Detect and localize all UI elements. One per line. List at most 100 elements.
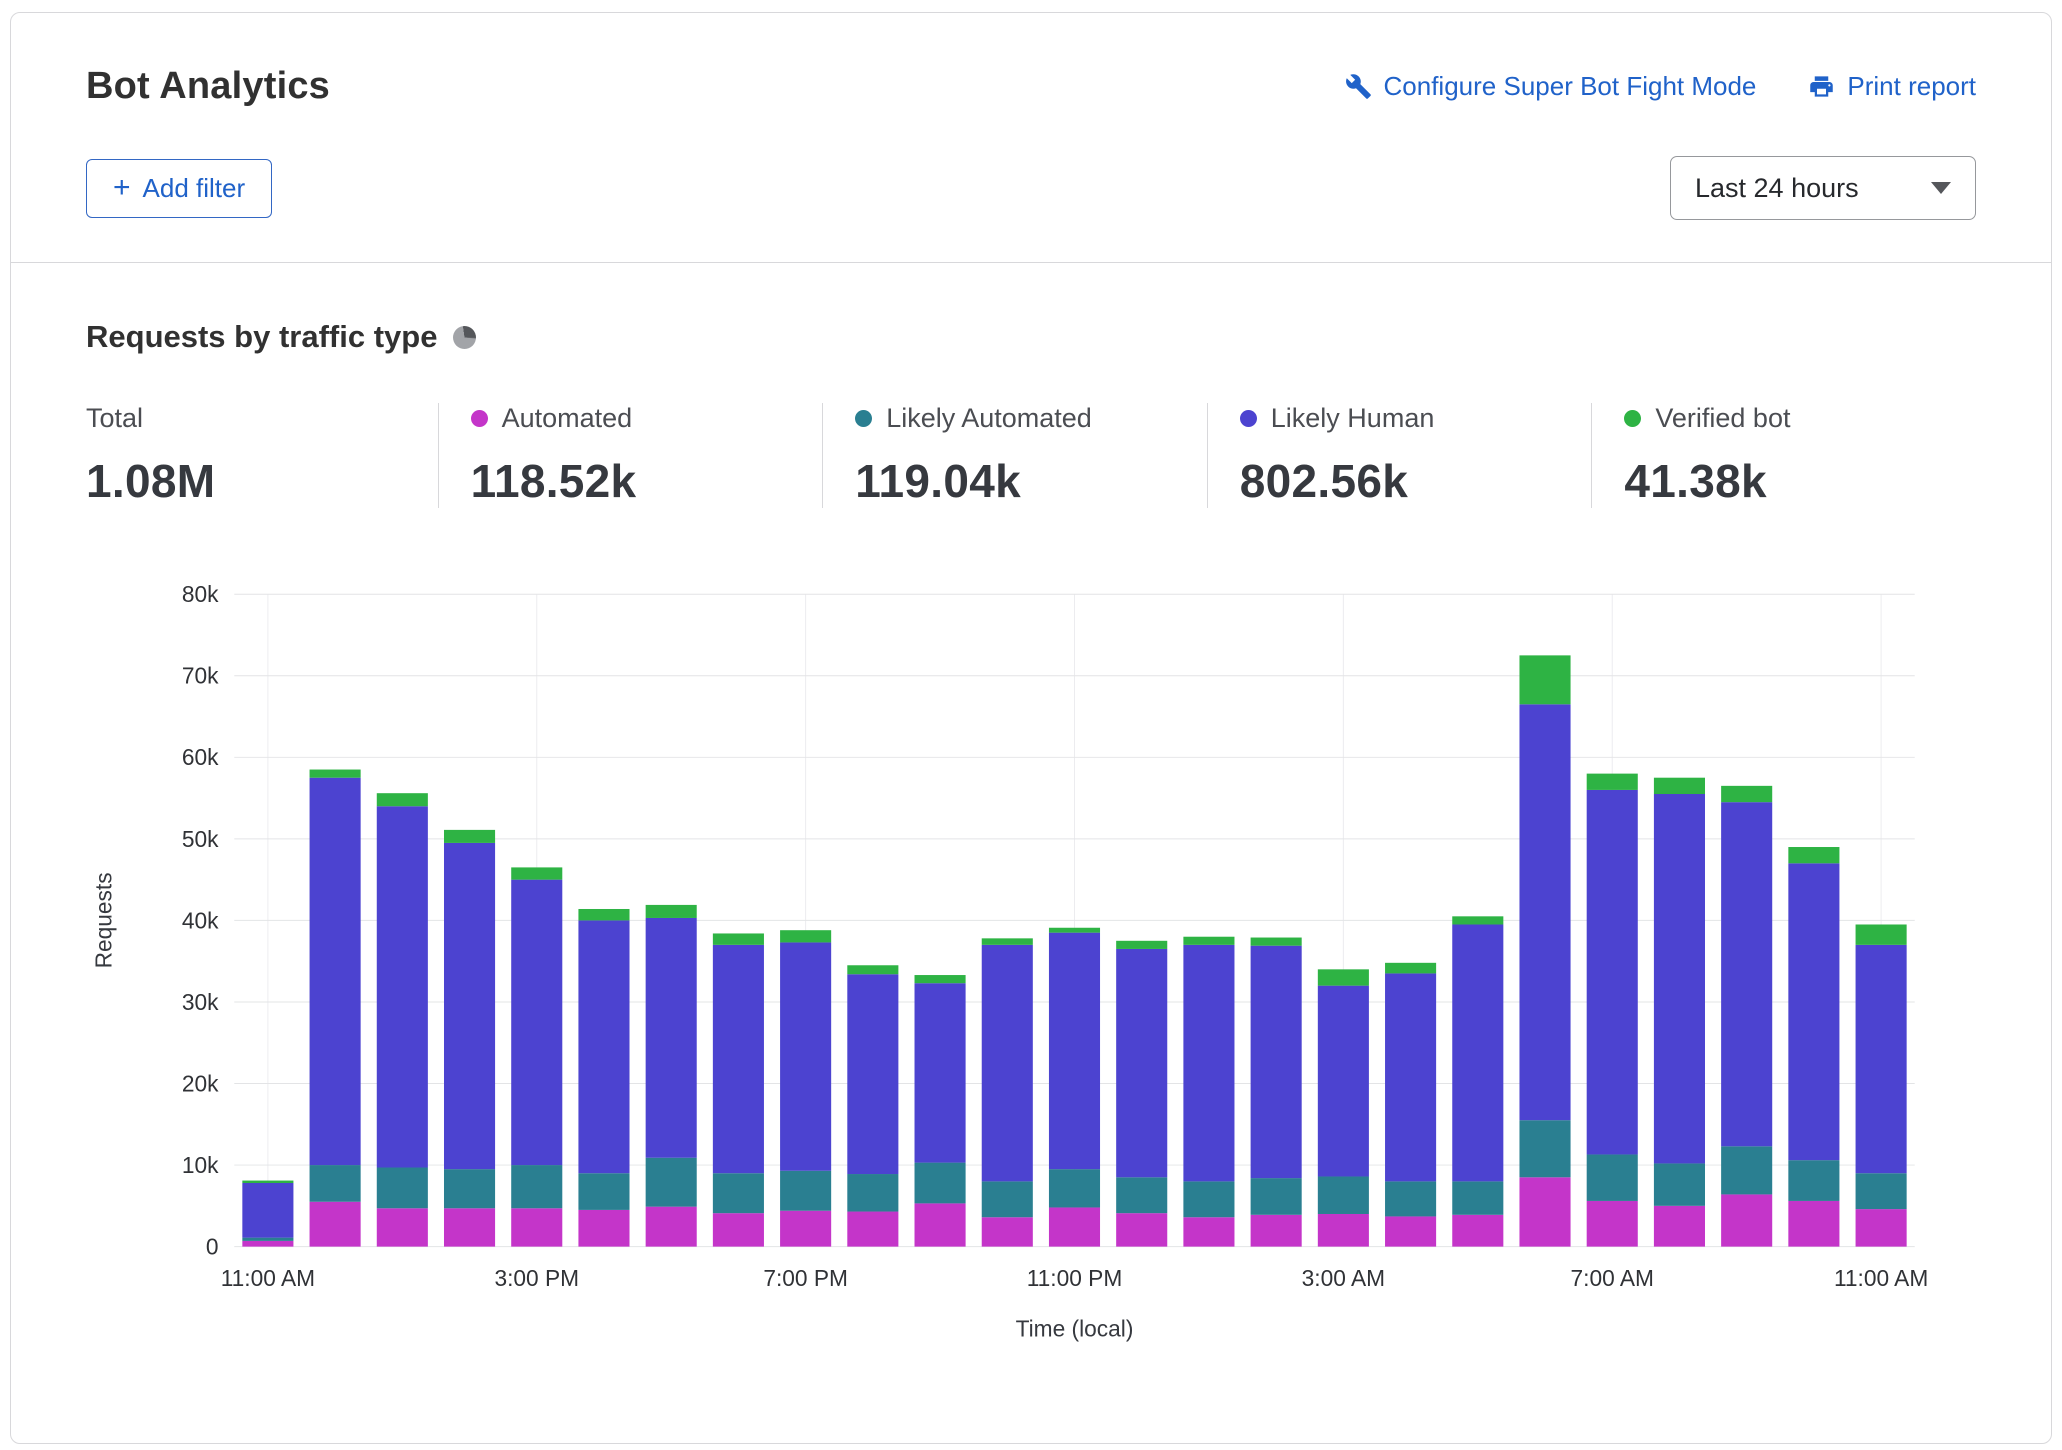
bar-segment: [780, 942, 831, 1170]
bar-segment: [1587, 1201, 1638, 1247]
bar-segment: [847, 1174, 898, 1212]
bar-segment: [1721, 1194, 1772, 1246]
bar-segment: [1116, 941, 1167, 949]
bar-segment: [982, 1217, 1033, 1246]
stats-row: Total 1.08M Automated 118.52k Likely Aut…: [86, 403, 1976, 508]
bar-segment: [377, 806, 428, 1167]
add-filter-label: Add filter: [143, 173, 246, 204]
legend-dot-likely-automated: [855, 410, 872, 427]
bar-segment: [444, 1208, 495, 1246]
stat-label: Automated: [502, 403, 633, 434]
bar-segment: [982, 938, 1033, 945]
bar-segment: [1318, 986, 1369, 1177]
svg-text:10k: 10k: [182, 1152, 219, 1178]
svg-text:30k: 30k: [182, 989, 219, 1015]
stat-label: Total: [86, 403, 143, 434]
svg-text:20k: 20k: [182, 1070, 219, 1096]
bar-segment: [1251, 1178, 1302, 1215]
print-report-link[interactable]: Print report: [1808, 71, 1976, 102]
bar-segment: [1385, 963, 1436, 974]
stacked-bar-chart: 010k20k30k40k50k60k70k80k11:00 AM3:00 PM…: [86, 548, 1976, 1363]
bar-segment: [1587, 774, 1638, 790]
bar-segment: [646, 1158, 697, 1207]
traffic-chart: 010k20k30k40k50k60k70k80k11:00 AM3:00 PM…: [86, 548, 1976, 1363]
bar-segment: [646, 905, 697, 918]
bar-segment: [1721, 802, 1772, 1146]
bar-segment: [1788, 1160, 1839, 1201]
bar-segment: [1654, 1206, 1705, 1247]
bar-segment: [1049, 1207, 1100, 1246]
stat-total: Total 1.08M: [86, 403, 438, 508]
stat-verified-bot: Verified bot 41.38k: [1591, 403, 1976, 508]
svg-text:3:00 AM: 3:00 AM: [1302, 1265, 1385, 1291]
configure-super-bot-fight-mode-link[interactable]: Configure Super Bot Fight Mode: [1345, 71, 1757, 102]
plus-icon: +: [113, 177, 131, 199]
bar-segment: [915, 983, 966, 1162]
bar-segment: [780, 1171, 831, 1211]
svg-text:3:00 PM: 3:00 PM: [494, 1265, 579, 1291]
bar-segment: [915, 1163, 966, 1204]
bar-segment: [1116, 949, 1167, 1177]
bar-segment: [1183, 1181, 1234, 1217]
bar-segment: [1049, 928, 1100, 933]
bar-segment: [847, 974, 898, 1174]
bar-segment: [1788, 1201, 1839, 1247]
stat-value: 118.52k: [471, 454, 823, 508]
wrench-icon: [1345, 73, 1372, 100]
svg-text:11:00 AM: 11:00 AM: [1834, 1265, 1928, 1291]
bot-analytics-card: Bot Analytics Configure Super Bot Fight …: [10, 12, 2052, 1444]
bar-segment: [1654, 794, 1705, 1163]
add-filter-button[interactable]: + Add filter: [86, 159, 272, 218]
bar-segment: [444, 830, 495, 843]
bar-segment: [1452, 916, 1503, 924]
x-axis-label: Time (local): [1016, 1316, 1134, 1342]
bar-segment: [1519, 704, 1570, 1120]
bar-segment: [915, 975, 966, 983]
bar-segment: [1788, 863, 1839, 1160]
configure-link-label: Configure Super Bot Fight Mode: [1384, 71, 1757, 102]
bar-segment: [713, 1173, 764, 1213]
bar-segment: [242, 1183, 293, 1238]
bar-segment: [1519, 655, 1570, 704]
svg-text:7:00 PM: 7:00 PM: [763, 1265, 848, 1291]
bar-segment: [1049, 933, 1100, 1169]
bar-segment: [578, 920, 629, 1173]
bar-segment: [1721, 786, 1772, 802]
bar-segment: [511, 867, 562, 879]
bar-segment: [578, 909, 629, 920]
bar-segment: [1251, 938, 1302, 946]
legend-dot-verified-bot: [1624, 410, 1641, 427]
stat-label: Likely Automated: [886, 403, 1092, 434]
bar-segment: [1183, 937, 1234, 945]
bar-segment: [1251, 946, 1302, 1178]
svg-text:80k: 80k: [182, 581, 219, 607]
bar-segment: [1587, 1154, 1638, 1200]
stat-likely-automated: Likely Automated 119.04k: [822, 403, 1207, 508]
bar-segment: [444, 843, 495, 1169]
bar-segment: [1654, 1163, 1705, 1205]
time-range-select[interactable]: Last 24 hours: [1670, 156, 1976, 220]
bar-segment: [242, 1238, 293, 1241]
stat-value: 41.38k: [1624, 454, 1976, 508]
bar-segment: [1318, 1176, 1369, 1214]
bar-segment: [377, 1168, 428, 1209]
bar-segment: [1654, 778, 1705, 794]
svg-text:60k: 60k: [182, 744, 219, 770]
stat-automated: Automated 118.52k: [438, 403, 823, 508]
stat-likely-human: Likely Human 802.56k: [1207, 403, 1592, 508]
legend-dot-automated: [471, 410, 488, 427]
svg-text:0: 0: [206, 1234, 219, 1260]
bar-segment: [1049, 1169, 1100, 1207]
svg-text:50k: 50k: [182, 826, 219, 852]
bar-segment: [1721, 1146, 1772, 1194]
bar-segment: [1385, 1181, 1436, 1216]
bar-segment: [242, 1241, 293, 1247]
stat-value: 1.08M: [86, 454, 438, 508]
print-link-label: Print report: [1847, 71, 1976, 102]
bar-segment: [1116, 1177, 1167, 1213]
printer-icon: [1808, 73, 1835, 100]
pie-chart-icon: [453, 326, 476, 349]
bar-segment: [310, 770, 361, 778]
bar-segment: [1318, 969, 1369, 985]
svg-text:11:00 AM: 11:00 AM: [221, 1265, 315, 1291]
